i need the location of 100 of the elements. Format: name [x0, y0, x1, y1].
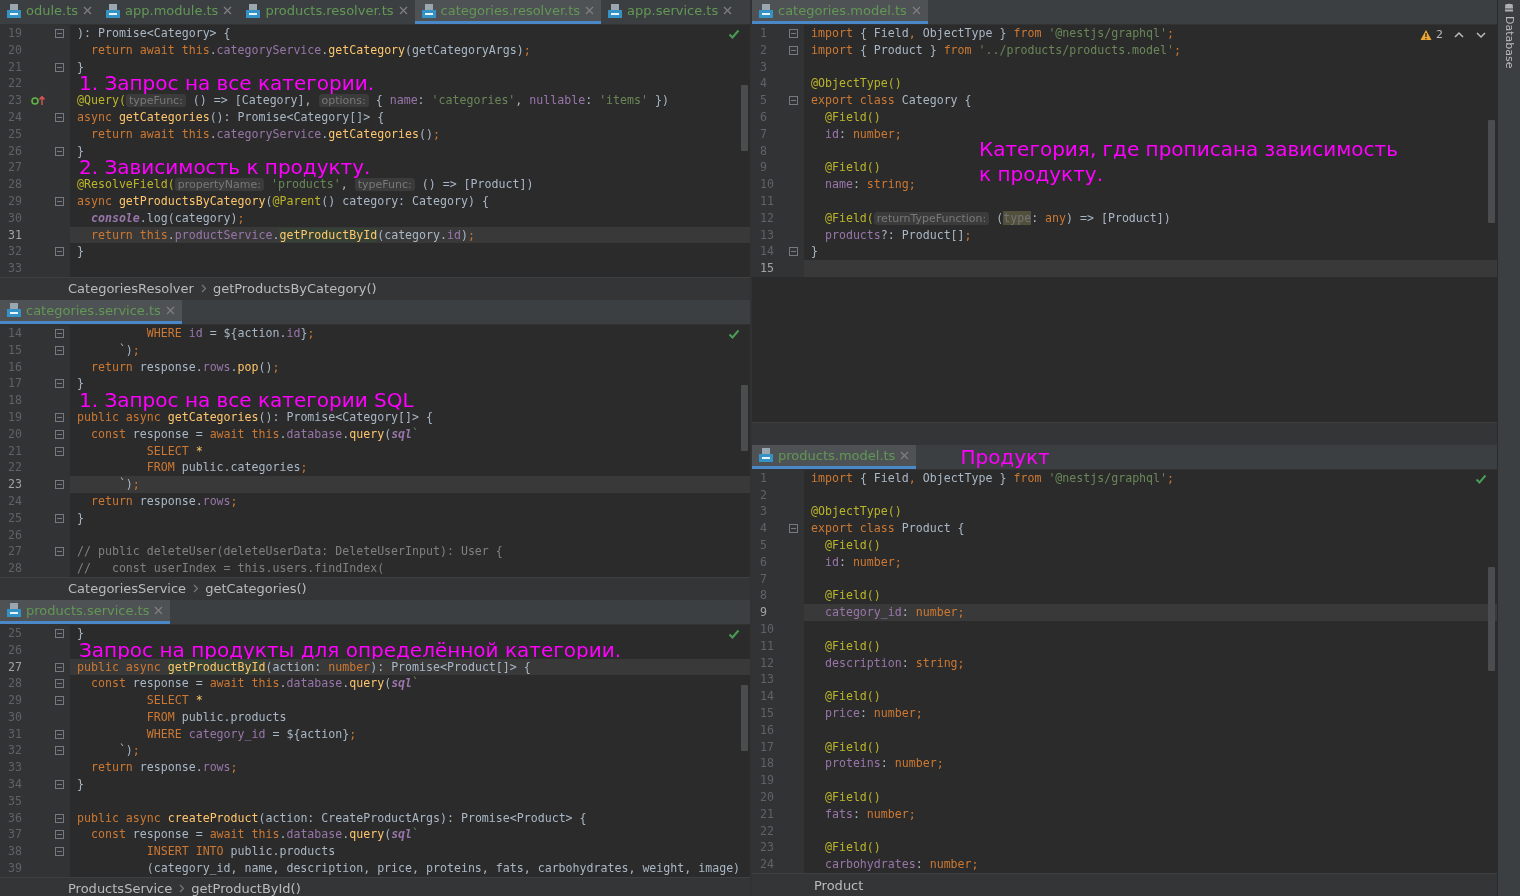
editor-tab[interactable]: categories.resolver.ts — [414, 0, 602, 24]
scrollbar-thumb[interactable] — [1488, 120, 1495, 224]
fold-icon[interactable] — [55, 628, 64, 638]
fold-icon[interactable] — [55, 146, 64, 156]
line-number: 31 — [8, 226, 22, 244]
file-icon — [7, 303, 21, 318]
fold-icon[interactable] — [789, 45, 798, 55]
chevron-icon — [192, 584, 200, 594]
breadcrumb-item[interactable]: getProductById() — [191, 881, 301, 896]
close-icon[interactable] — [83, 6, 93, 15]
fold-icon[interactable] — [789, 29, 798, 38]
fold-icon[interactable] — [55, 547, 64, 557]
code-line: const response = await this.database.query(sql` — [89, 826, 420, 844]
fold-icon[interactable] — [55, 196, 64, 206]
fold-icon[interactable] — [55, 29, 64, 38]
close-icon[interactable] — [223, 6, 233, 15]
fold-icon[interactable] — [55, 62, 64, 72]
code-line: return response.rows.pop(); — [89, 358, 280, 376]
code-line: } — [77, 243, 84, 261]
code-line: } — [77, 375, 84, 393]
code-line: async getCategories(): Promise<Category[]> { — [77, 109, 385, 126]
implements-icon[interactable] — [31, 95, 45, 107]
fold-icon[interactable] — [55, 662, 64, 672]
warning-icon — [1420, 28, 1432, 41]
code-line: } — [77, 624, 84, 642]
file-icon — [246, 3, 261, 18]
close-icon[interactable] — [911, 6, 921, 15]
file-icon — [759, 3, 773, 18]
editor-tab[interactable]: app.module.ts — [99, 0, 240, 24]
editor-tab[interactable]: app.service.ts — [601, 0, 740, 24]
code-line: @Field() — [823, 839, 881, 857]
code-line: @ResolveField( propertyName: 'products', typeFunc: () => [Product]) — [77, 177, 534, 193]
scrollbar-thumb[interactable] — [741, 85, 748, 151]
fold-icon[interactable] — [55, 113, 64, 122]
editor-tab[interactable]: products.resolver.ts — [239, 0, 415, 24]
fold-icon[interactable] — [55, 379, 64, 389]
code-line: @Field() — [823, 159, 881, 177]
close-icon[interactable] — [154, 605, 164, 615]
code-line: category_id: number; — [823, 604, 965, 622]
close-icon[interactable] — [165, 305, 175, 315]
code-line: ): Promise<Category> { — [77, 25, 231, 42]
breadcrumb-item[interactable]: getProductsByCategory() — [212, 281, 377, 297]
code-line: @ObjectType() — [811, 75, 902, 93]
fold-icon[interactable] — [55, 429, 64, 439]
code-line: @Field() — [823, 688, 881, 706]
breadcrumb-item[interactable]: Product — [814, 877, 864, 893]
close-icon[interactable] — [900, 450, 910, 460]
scrollbar-thumb[interactable] — [741, 685, 748, 751]
line-number: 27 — [8, 658, 22, 676]
fold-icon[interactable] — [55, 328, 64, 338]
code-line: SELECT * — [145, 692, 203, 709]
fold-icon[interactable] — [55, 729, 64, 739]
code-line: id: number; — [823, 553, 902, 571]
file-icon — [759, 448, 773, 463]
check-icon — [728, 28, 740, 40]
fold-icon[interactable] — [789, 247, 798, 257]
fold-icon[interactable] — [55, 446, 64, 456]
code-line: FROM public.categories; — [145, 459, 308, 477]
fold-icon[interactable] — [55, 247, 64, 257]
fold-icon[interactable] — [55, 480, 64, 490]
fold-icon[interactable] — [55, 345, 64, 355]
code-line: import { Field, ObjectType } from '@nestjs/graphql'; — [811, 25, 1175, 42]
file-icon — [421, 3, 436, 18]
editor-tab[interactable]: categories.model.ts — [752, 0, 928, 24]
code-line: return await this.categoryService.getCategory(getCategoryArgs); — [89, 41, 531, 59]
fold-icon[interactable] — [55, 513, 64, 523]
fold-icon[interactable] — [55, 696, 64, 706]
code-line: const response = await this.database.query(sql` — [89, 425, 420, 443]
breadcrumb-item[interactable]: getCategories() — [205, 581, 307, 597]
editor-tab[interactable]: products.model.ts — [752, 444, 917, 469]
fold-icon[interactable] — [55, 746, 64, 756]
database-tab[interactable]: Database — [1502, 0, 1516, 72]
code-line: carbohydrates: number; — [823, 856, 979, 873]
fold-icon[interactable] — [789, 96, 798, 106]
code-line: @Field() — [823, 738, 881, 756]
code-line: products?: Product[]; — [823, 226, 972, 244]
breadcrumb-item[interactable]: CategoriesResolver — [68, 281, 194, 297]
check-icon — [728, 327, 740, 340]
code-line: `); — [117, 341, 140, 359]
file-icon — [608, 3, 623, 18]
fold-icon[interactable] — [55, 780, 64, 790]
scrollbar-thumb[interactable] — [741, 385, 748, 451]
file-icon — [7, 603, 21, 618]
fold-icon[interactable] — [55, 847, 64, 857]
close-icon[interactable] — [585, 6, 595, 15]
fold-icon[interactable] — [55, 813, 64, 823]
editor-tab[interactable]: odule.ts — [0, 0, 100, 24]
scrollbar-thumb[interactable] — [1488, 566, 1495, 672]
breadcrumb-item[interactable]: ProductsService — [68, 881, 173, 896]
fold-icon[interactable] — [55, 679, 64, 689]
close-icon[interactable] — [398, 6, 408, 15]
line-number: 23 — [8, 476, 22, 493]
editor-tab[interactable]: categories.service.ts — [0, 299, 182, 324]
code-line: @Field() — [823, 537, 881, 554]
editor-tab[interactable]: products.service.ts — [0, 599, 171, 624]
close-icon[interactable] — [723, 6, 733, 15]
fold-icon[interactable] — [55, 830, 64, 840]
fold-icon[interactable] — [789, 524, 798, 534]
fold-icon[interactable] — [55, 412, 64, 422]
breadcrumb-item[interactable]: CategoriesService — [68, 581, 187, 597]
